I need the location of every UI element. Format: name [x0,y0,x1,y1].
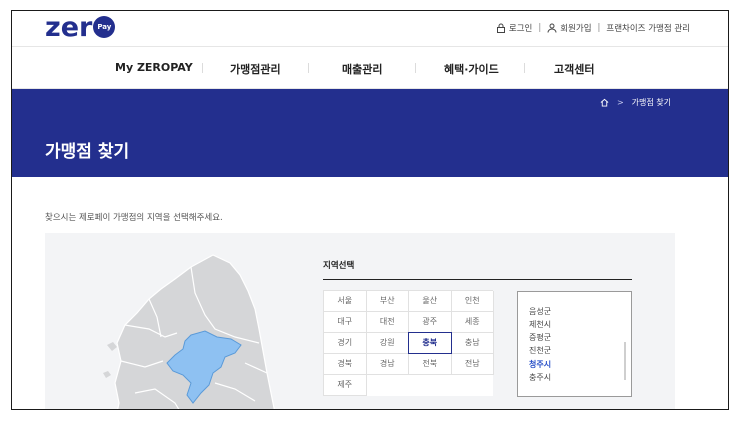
region-option-chungnam[interactable]: 충남 [451,333,494,354]
page-title: 가맹점 찾기 [45,142,130,162]
region-panel: 지역선택 서울 부산 울산 인천 대구 대전 광주 세종 경기 강원 충북 충남… [45,233,675,409]
nav-my-zeropay[interactable]: My ZEROPAY [115,61,193,74]
district-listbox[interactable]: 음성군 제천시 증평군 진천군 청주시 충주시 [517,291,632,397]
franchise-admin-link[interactable]: 프랜차이즈 가맹점 관리 [606,22,690,34]
region-option-daejeon[interactable]: 대전 [366,312,409,333]
region-option-gyeongbuk[interactable]: 경북 [324,354,367,375]
region-option-jeju[interactable]: 제주 [324,375,367,396]
region-option-busan[interactable]: 부산 [366,291,409,312]
region-option-gyeongnam[interactable]: 경남 [366,354,409,375]
page-description: 찾으시는 제로페이 가맹점의 지역을 선택해주세요. [45,213,223,223]
region-grid: 서울 부산 울산 인천 대구 대전 광주 세종 경기 강원 충북 충남 경북 경… [323,290,494,396]
map-island [107,342,117,351]
logo-pay-badge: Pay [93,16,116,38]
region-select-title: 지역선택 [323,261,355,271]
nav-divider [415,63,416,73]
breadcrumb-current: 가맹점 찾기 [631,98,671,107]
region-title-underline [323,279,632,280]
korea-map [103,254,275,409]
region-option-ulsan[interactable]: 울산 [409,291,452,312]
location-bar: > 가맹점 찾기 [12,89,728,117]
main-nav: My ZEROPAY 가맹점관리 매출관리 혜택·가이드 고객센터 [12,47,728,89]
person-icon [547,23,557,33]
nav-sales-manage[interactable]: 매출관리 [342,61,382,77]
district-item[interactable]: 음성군 [529,306,551,317]
divider: | [538,23,542,33]
region-option-jeonnam[interactable]: 전남 [451,354,494,375]
lock-icon [496,23,505,33]
region-option-gwangju[interactable]: 광주 [409,312,452,333]
nav-divider [308,63,309,73]
region-option-jeonbuk[interactable]: 전북 [409,354,452,375]
district-item[interactable]: 제천시 [529,319,551,330]
region-option-incheon[interactable]: 인천 [451,291,494,312]
region-option-seoul[interactable]: 서울 [324,291,367,312]
breadcrumb-arrow: > [616,98,624,107]
nav-merchant-manage[interactable]: 가맹점관리 [230,61,281,77]
utility-links: 로그인 | 회원가입 | 프랜차이즈 가맹점 관리 [496,22,690,34]
district-item[interactable]: 충주시 [529,372,551,383]
signup-link[interactable]: 회원가입 [560,22,591,34]
logo-text: zer [45,12,93,43]
region-option-gyeonggi[interactable]: 경기 [324,333,367,354]
district-item[interactable]: 증평군 [529,332,551,343]
nav-benefit-guide[interactable]: 혜택·가이드 [444,61,499,77]
nav-customer-center[interactable]: 고객센터 [554,61,594,77]
district-item-selected[interactable]: 청주시 [529,359,551,370]
divider: | [597,23,601,33]
zeropay-logo[interactable]: zer Pay [45,12,116,43]
region-option-sejong[interactable]: 세종 [451,312,494,333]
region-option-gangwon[interactable]: 강원 [366,333,409,354]
listbox-scrollbar[interactable] [624,342,626,380]
region-option-daegu[interactable]: 대구 [324,312,367,333]
nav-divider [202,63,203,73]
home-icon[interactable] [600,98,609,107]
browser-viewport: zer Pay 로그인 | 회원가입 | 프랜차이즈 가맹점 관리 My ZER… [11,10,729,410]
breadcrumb: > 가맹점 찾기 [600,97,671,108]
nav-divider [524,63,525,73]
page-title-band: 가맹점 찾기 [12,117,728,177]
top-bar: zer Pay 로그인 | 회원가입 | 프랜차이즈 가맹점 관리 [12,11,728,47]
region-option-chungbuk[interactable]: 충북 [408,332,452,354]
map-island [103,371,111,378]
login-link[interactable]: 로그인 [509,22,532,34]
district-item[interactable]: 진천군 [529,345,551,356]
